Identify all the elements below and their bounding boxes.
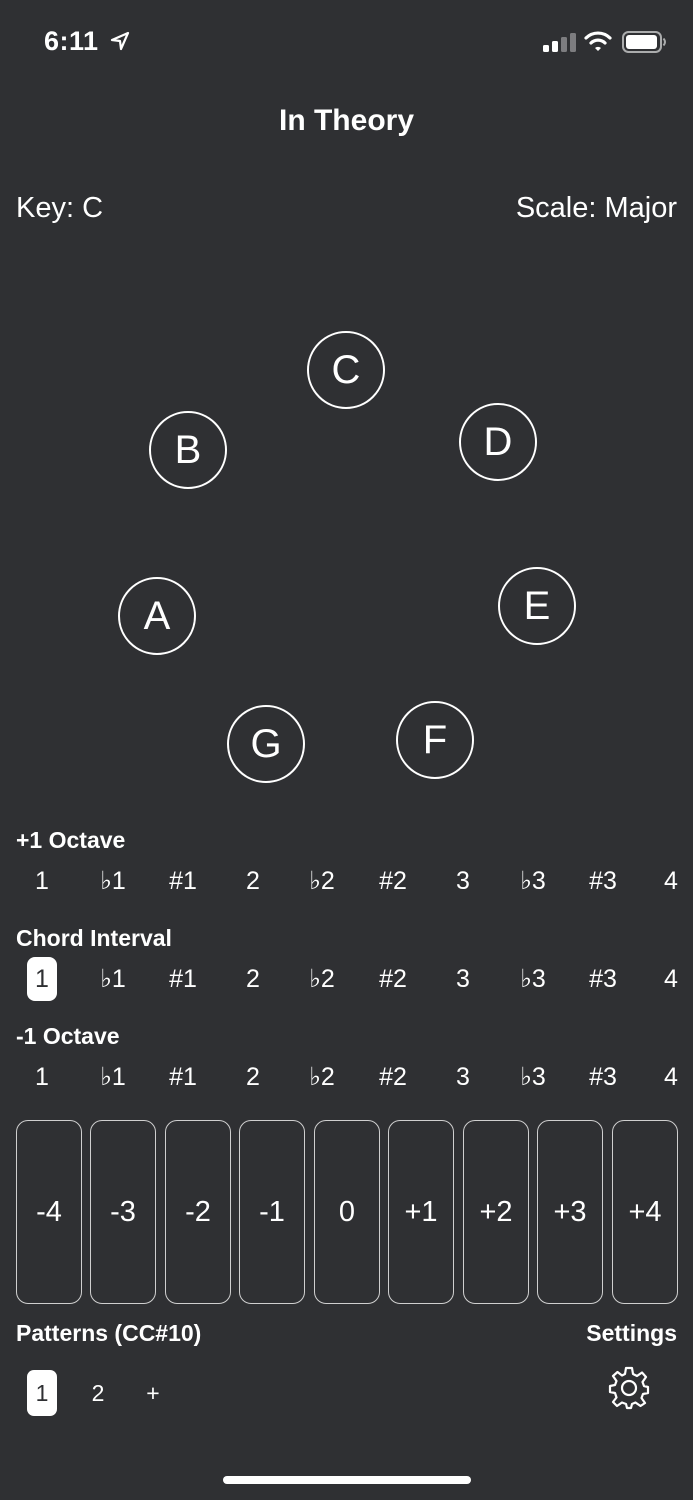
minus-octave-row: 1 ♭1 #1 2 ♭2 #2 3 ♭3 #3 4 bbox=[0, 1055, 693, 1099]
plus-octave-interval[interactable]: 2 bbox=[233, 859, 273, 903]
chord-interval[interactable]: ♭2 bbox=[302, 957, 342, 1001]
minus-octave-interval[interactable]: 4 bbox=[651, 1055, 691, 1099]
plus-octave-interval[interactable]: ♭2 bbox=[302, 859, 342, 903]
offset-plus-3-button[interactable]: +3 bbox=[537, 1120, 603, 1304]
plus-octave-interval[interactable]: 1 bbox=[22, 859, 62, 903]
chord-interval[interactable]: 3 bbox=[443, 957, 483, 1001]
wifi-icon bbox=[584, 31, 612, 51]
minus-octave-label: -1 Octave bbox=[16, 1023, 120, 1049]
offset-minus-4-button[interactable]: -4 bbox=[16, 1120, 82, 1304]
plus-octave-interval[interactable]: ♭1 bbox=[93, 859, 133, 903]
minus-octave-interval[interactable]: #2 bbox=[373, 1055, 413, 1099]
minus-octave-interval[interactable]: 3 bbox=[443, 1055, 483, 1099]
gear-icon[interactable] bbox=[607, 1366, 651, 1410]
note-d-button[interactable]: D bbox=[459, 403, 537, 481]
minus-octave-interval[interactable]: 1 bbox=[22, 1055, 62, 1099]
note-g-button[interactable]: G bbox=[227, 705, 305, 783]
chord-interval[interactable]: 2 bbox=[233, 957, 273, 1001]
page-title: In Theory bbox=[278, 104, 414, 137]
chord-interval-label: Chord Interval bbox=[16, 925, 172, 951]
key-selector[interactable]: Key: C bbox=[16, 192, 103, 225]
offset-minus-3-button[interactable]: -3 bbox=[90, 1120, 156, 1304]
plus-octave-label: +1 Octave bbox=[16, 827, 126, 853]
chord-interval-row: 1 ♭1 #1 2 ♭2 #2 3 ♭3 #3 4 bbox=[0, 957, 693, 1001]
chord-interval[interactable]: ♭3 bbox=[513, 957, 553, 1001]
chord-interval[interactable]: #3 bbox=[583, 957, 623, 1001]
chord-interval[interactable]: 4 bbox=[651, 957, 691, 1001]
offset-zero-button[interactable]: 0 bbox=[314, 1120, 380, 1304]
status-time: 6:11 bbox=[44, 26, 131, 57]
note-b-button[interactable]: B bbox=[149, 411, 227, 489]
add-pattern-button[interactable]: + bbox=[138, 1370, 168, 1416]
cellular-signal-icon bbox=[543, 33, 576, 52]
plus-octave-interval[interactable]: ♭3 bbox=[513, 859, 553, 903]
minus-octave-interval[interactable]: #1 bbox=[163, 1055, 203, 1099]
minus-octave-interval[interactable]: 2 bbox=[233, 1055, 273, 1099]
minus-octave-interval[interactable]: ♭2 bbox=[302, 1055, 342, 1099]
note-a-button[interactable]: A bbox=[118, 577, 196, 655]
home-indicator[interactable] bbox=[223, 1476, 471, 1484]
location-arrow-icon bbox=[110, 31, 129, 51]
chord-interval[interactable]: #1 bbox=[163, 957, 203, 1001]
note-e-button[interactable]: E bbox=[498, 567, 576, 645]
status-time-text: 6:11 bbox=[44, 26, 99, 56]
patterns-label: Patterns (CC#10) bbox=[16, 1320, 202, 1346]
offset-plus-1-button[interactable]: +1 bbox=[388, 1120, 454, 1304]
chord-interval[interactable]: ♭1 bbox=[93, 957, 133, 1001]
plus-octave-interval[interactable]: #2 bbox=[373, 859, 413, 903]
offset-plus-2-button[interactable]: +2 bbox=[463, 1120, 529, 1304]
plus-octave-interval[interactable]: 4 bbox=[651, 859, 691, 903]
offset-minus-2-button[interactable]: -2 bbox=[165, 1120, 231, 1304]
settings-label: Settings bbox=[586, 1320, 677, 1346]
minus-octave-interval[interactable]: ♭1 bbox=[93, 1055, 133, 1099]
plus-octave-row: 1 ♭1 #1 2 ♭2 #2 3 ♭3 #3 4 bbox=[0, 859, 693, 903]
offset-plus-4-button[interactable]: +4 bbox=[612, 1120, 678, 1304]
pattern-2-button[interactable]: 2 bbox=[83, 1370, 113, 1416]
note-c-button[interactable]: C bbox=[307, 331, 385, 409]
plus-octave-interval[interactable]: #1 bbox=[163, 859, 203, 903]
battery-icon bbox=[622, 31, 666, 53]
pattern-1-button[interactable]: 1 bbox=[27, 1370, 57, 1416]
plus-octave-interval[interactable]: 3 bbox=[443, 859, 483, 903]
minus-octave-interval[interactable]: #3 bbox=[583, 1055, 623, 1099]
note-f-button[interactable]: F bbox=[396, 701, 474, 779]
chord-interval[interactable]: #2 bbox=[373, 957, 413, 1001]
scale-selector[interactable]: Scale: Major bbox=[516, 192, 677, 225]
plus-octave-interval[interactable]: #3 bbox=[583, 859, 623, 903]
offset-minus-1-button[interactable]: -1 bbox=[239, 1120, 305, 1304]
chord-interval-selected[interactable]: 1 bbox=[27, 957, 57, 1001]
minus-octave-interval[interactable]: ♭3 bbox=[513, 1055, 553, 1099]
